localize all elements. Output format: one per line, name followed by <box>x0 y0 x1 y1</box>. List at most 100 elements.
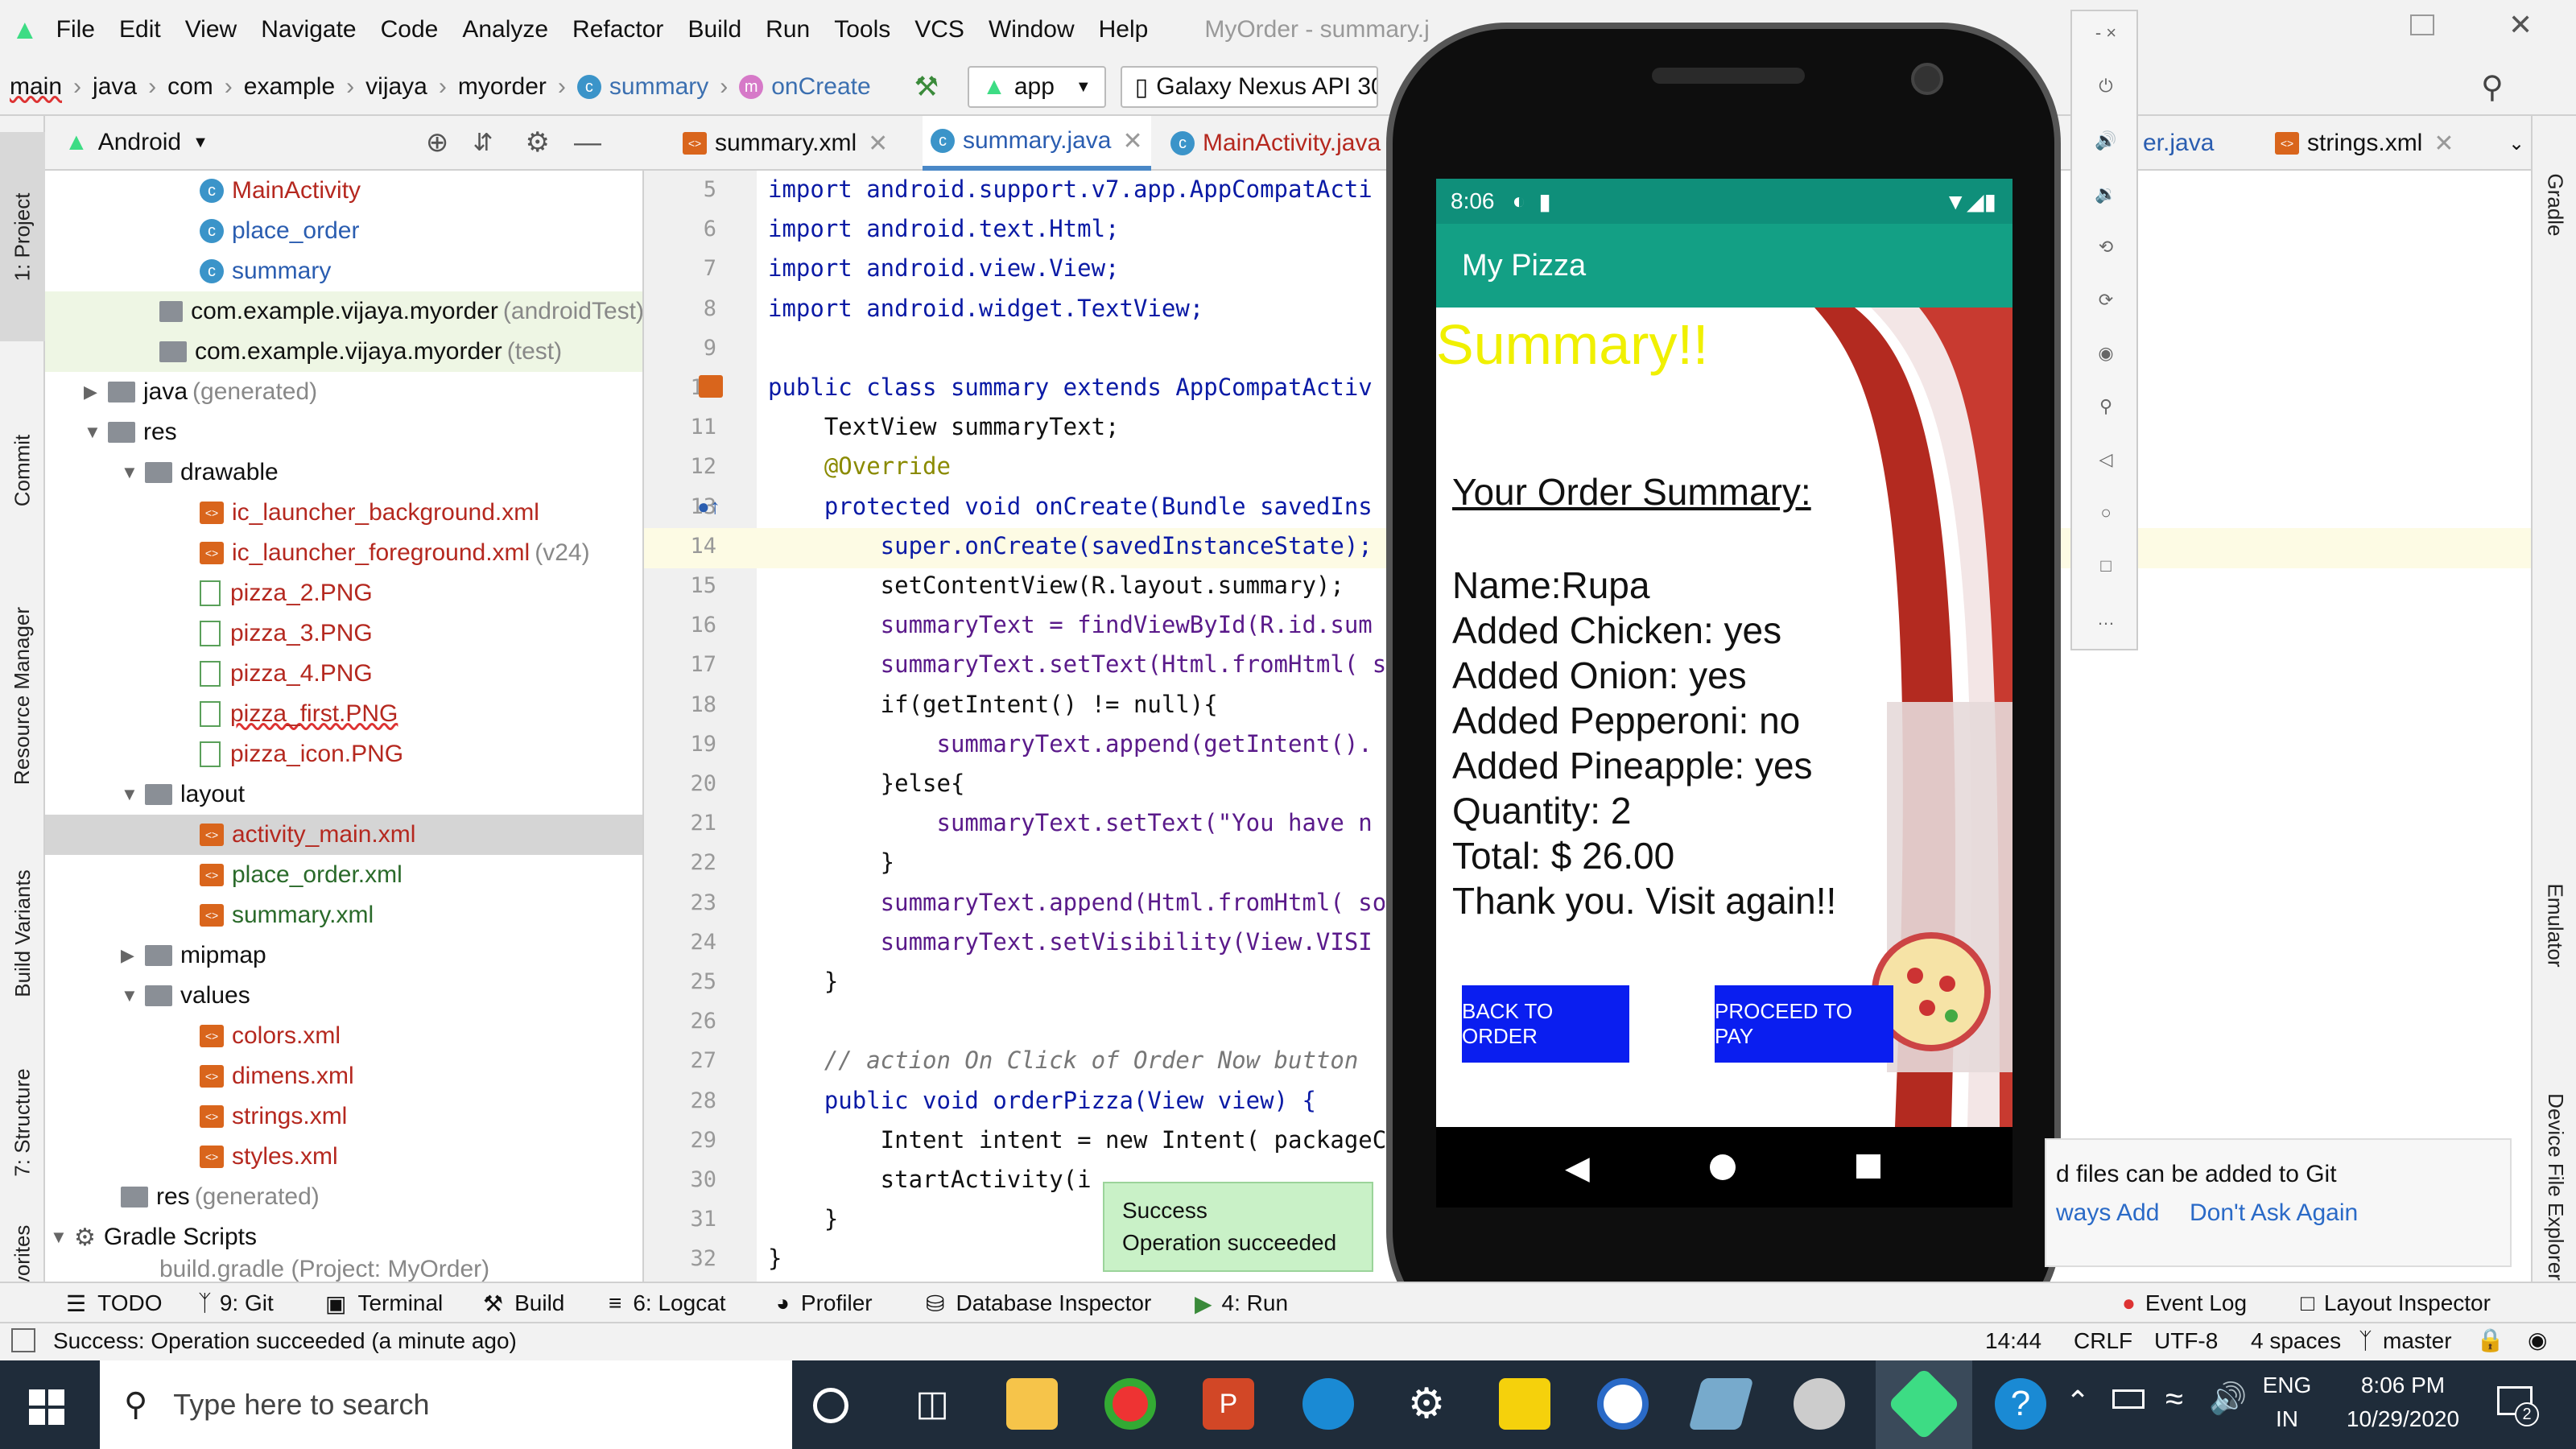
tree-item-activity-main-selected[interactable]: <> activity_main.xml <box>45 815 642 855</box>
expand-arrow-icon[interactable]: ▶ <box>84 382 108 402</box>
volume-up-icon[interactable]: 🔊 <box>2072 130 2140 151</box>
tree-item-file[interactable]: <> ic_launcher_foreground.xml (v24) <box>200 533 590 573</box>
tree-item-file[interactable]: <> styles.xml <box>200 1137 338 1177</box>
menu-refactor[interactable]: Refactor <box>572 16 663 43</box>
expand-arrow-icon[interactable]: ▶ <box>121 945 145 966</box>
tab-strings-xml[interactable]: <> strings.xml ✕ <box>2275 116 2454 171</box>
powerpoint-icon[interactable]: P <box>1203 1378 1254 1430</box>
tree-item-place-order[interactable]: c place_order <box>200 211 359 251</box>
volume-down-icon[interactable]: 🔉 <box>2072 184 2140 204</box>
override-gutter-icon[interactable]: ●↑ <box>697 494 720 519</box>
tool-tab-resource-manager[interactable]: Resource Manager <box>0 567 45 824</box>
taskbar-clock[interactable]: 8:06 PM 10/29/2020 <box>2334 1368 2471 1436</box>
zoom-icon[interactable]: ⚲ <box>2072 396 2140 417</box>
more-options-icon[interactable]: … <box>2072 609 2140 630</box>
menu-window[interactable]: Window <box>989 16 1075 43</box>
menu-edit[interactable]: Edit <box>119 16 161 43</box>
tool-tab-build-variants[interactable]: Build Variants <box>0 832 45 1034</box>
menu-view[interactable]: View <box>185 16 237 43</box>
power-icon[interactable]: ⏻ <box>2072 76 2140 97</box>
emulator-minimize-close-icon[interactable]: - × <box>2072 23 2140 43</box>
recents-nav-icon[interactable] <box>1856 1154 1880 1179</box>
tree-item-gradle-scripts[interactable]: ▼ ⚙ Gradle Scripts <box>50 1217 257 1257</box>
build-tool-button[interactable]: ⚒ Build <box>483 1283 564 1323</box>
code-line[interactable]: import android.view.View; <box>768 254 1120 282</box>
camera-icon[interactable]: ◉ <box>2072 343 2140 364</box>
dont-ask-again-link[interactable]: Don't Ask Again <box>2190 1199 2358 1227</box>
menu-build[interactable]: Build <box>687 16 741 43</box>
android-studio-taskbar-button[interactable] <box>1876 1360 1972 1449</box>
code-line[interactable]: super.onCreate(savedInstanceState); <box>768 532 1373 559</box>
caret-position[interactable]: 14:44 <box>1985 1328 2041 1354</box>
always-add-link[interactable]: ways Add <box>2056 1199 2159 1227</box>
restore-window-button[interactable] <box>2410 14 2434 35</box>
git-tool-button[interactable]: ᛉ 9: Git <box>198 1283 274 1323</box>
tree-item-file[interactable]: <> summary.xml <box>200 895 374 935</box>
tree-item-test-package[interactable]: com.example.vijaya.myorder (test) <box>45 332 642 372</box>
breadcrumb-example[interactable]: example › <box>244 73 354 101</box>
tree-item-file[interactable]: pizza_3.PNG <box>200 613 373 654</box>
code-line[interactable]: } <box>768 1205 838 1232</box>
tree-item-file[interactable]: <> strings.xml <box>200 1096 347 1137</box>
close-window-icon[interactable]: ✕ <box>2508 8 2533 42</box>
project-view-selector[interactable]: Android <box>98 129 181 156</box>
minimize-panel-icon[interactable]: — <box>574 127 601 159</box>
proceed-to-pay-button[interactable]: PROCEED TO PAY <box>1715 985 1893 1063</box>
code-line[interactable]: } <box>768 968 838 995</box>
code-line[interactable]: summaryText = findViewById(R.id.sum <box>768 611 1373 638</box>
collapse-arrow-icon[interactable]: ▼ <box>121 462 145 483</box>
tool-tab-gradle[interactable]: Gradle <box>2533 132 2576 277</box>
overview-icon[interactable]: □ <box>2072 555 2140 576</box>
battery-icon[interactable] <box>2112 1389 2145 1409</box>
tree-item-file[interactable]: pizza_first.PNG <box>200 694 398 734</box>
cortana-icon[interactable] <box>813 1388 848 1423</box>
tree-item-file[interactable]: <> colors.xml <box>200 1016 341 1056</box>
tree-item-file[interactable]: pizza_4.PNG <box>200 654 373 694</box>
collapse-arrow-icon[interactable]: ▼ <box>50 1227 74 1248</box>
code-line[interactable]: Intent intent = new Intent( packageC <box>768 1126 1385 1154</box>
tree-item-drawable[interactable]: ▼ drawable <box>121 452 279 493</box>
search-everywhere-icon[interactable]: ⚲ <box>2481 69 2504 105</box>
tab-mainactivity-java[interactable]: c MainActivity.java <box>1170 116 1381 171</box>
close-tab-icon[interactable]: ✕ <box>1122 127 1142 155</box>
breadcrumb-java[interactable]: java › <box>93 73 156 101</box>
code-line[interactable]: summaryText.setText("You have n <box>768 809 1373 836</box>
tree-item-summary[interactable]: c summary <box>200 251 331 291</box>
tray-chevron-up-icon[interactable]: ⌃ <box>2066 1385 2090 1418</box>
code-line[interactable]: public class summary extends AppCompatAc… <box>768 374 1373 401</box>
code-line[interactable]: }else{ <box>768 770 965 797</box>
tree-item-java-generated[interactable]: ▶ java (generated) <box>84 372 317 412</box>
tree-item-layout[interactable]: ▼ layout <box>121 774 245 815</box>
locate-icon[interactable]: ⊕ <box>426 126 449 159</box>
chevron-down-icon[interactable]: ▼ <box>192 134 208 152</box>
code-line[interactable]: summaryText.append(Html.fromHtml( so <box>768 889 1385 916</box>
chrome-icon[interactable] <box>1104 1378 1156 1430</box>
code-line[interactable]: import android.text.Html; <box>768 215 1120 242</box>
taskbar-search-box[interactable]: ⚲ Type here to search <box>100 1360 792 1449</box>
code-line[interactable]: import android.widget.TextView; <box>768 295 1203 322</box>
code-line[interactable]: startActivity(i <box>768 1166 1092 1193</box>
breadcrumb-main[interactable]: main › <box>10 73 81 101</box>
tab-summary-xml[interactable]: <> summary.xml ✕ <box>683 116 888 171</box>
tree-item-res-generated[interactable]: res (generated) <box>121 1177 320 1217</box>
file-explorer-icon[interactable] <box>1006 1378 1058 1430</box>
home-nav-icon[interactable] <box>1710 1154 1736 1180</box>
task-view-icon[interactable]: ◫ <box>906 1378 958 1430</box>
code-line[interactable]: summaryText.setText(Html.fromHtml( s <box>768 650 1385 678</box>
hammer-build-icon[interactable]: ⚒ <box>914 71 939 103</box>
wifi-icon[interactable]: ≈ <box>2165 1381 2183 1418</box>
tree-item-file[interactable]: pizza_icon.PNG <box>200 734 403 774</box>
status-panel-icon[interactable] <box>11 1328 35 1352</box>
breadcrumb-myorder[interactable]: myorder › <box>458 73 566 101</box>
collapse-arrow-icon[interactable]: ▼ <box>84 422 108 443</box>
code-line[interactable]: public void orderPizza(View view) { <box>768 1087 1316 1114</box>
action-center-icon[interactable]: 2 <box>2492 1381 2541 1426</box>
tree-item-res[interactable]: ▼ res <box>84 412 177 452</box>
code-line[interactable]: summaryText.append(getIntent(). <box>768 730 1373 758</box>
lock-icon[interactable]: 🔒 <box>2476 1327 2504 1353</box>
home-icon[interactable]: ○ <box>2072 502 2140 523</box>
menu-tools[interactable]: Tools <box>834 16 890 43</box>
menu-analyze[interactable]: Analyze <box>462 16 548 43</box>
event-log-tool-button[interactable]: ● Event Log <box>2122 1283 2247 1323</box>
indent-setting[interactable]: 4 spaces <box>2251 1328 2341 1354</box>
